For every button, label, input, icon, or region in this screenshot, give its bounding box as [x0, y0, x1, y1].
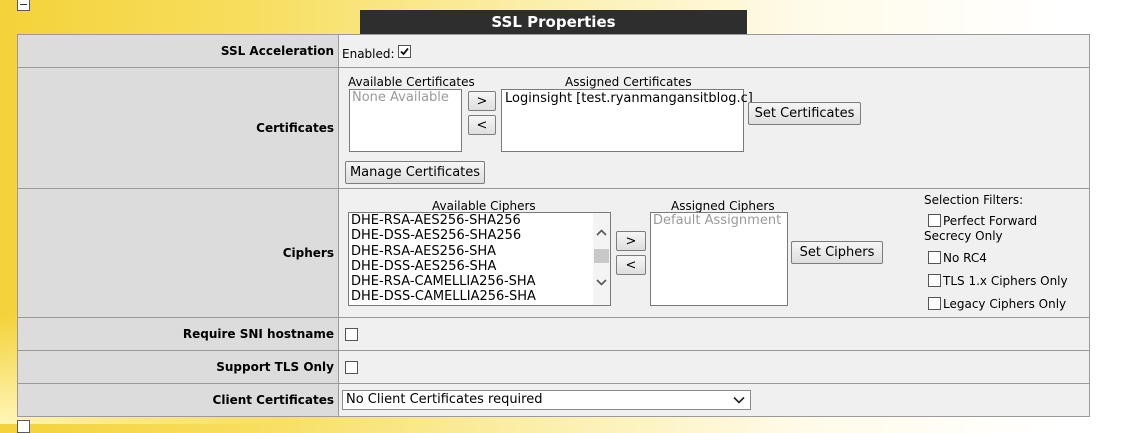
ciphers-scrollbar[interactable] — [593, 213, 610, 305]
scroll-up-icon[interactable] — [593, 226, 610, 240]
cipher-list-item[interactable]: DHE-RSA-AES256-SHA — [349, 244, 592, 259]
assigned-certificates-caption: Assigned Certificates — [565, 75, 692, 89]
filter-tls1x-checkbox[interactable] — [928, 274, 941, 287]
row-support-tls-only: Support TLS Only — [17, 350, 1090, 384]
row-ssl-acceleration: SSL Acceleration Enabled: — [17, 34, 1090, 68]
cipher-list-item[interactable]: DHE-DSS-AES256-SHA — [349, 259, 592, 274]
row-certificates: Certificates Available Certificates None… — [17, 67, 1090, 189]
support-tls-only-checkbox[interactable] — [345, 361, 358, 374]
require-sni-checkbox[interactable] — [345, 328, 358, 341]
add-cipher-button[interactable]: > — [616, 231, 646, 251]
cipher-list-item[interactable]: DHE-RSA-AES256-SHA256 — [349, 213, 592, 228]
available-ciphers-list[interactable]: DHE-RSA-AES256-SHA256 DHE-DSS-AES256-SHA2… — [348, 212, 611, 306]
available-certificates-list[interactable]: None Available — [349, 89, 462, 152]
add-certificate-button[interactable]: > — [468, 91, 496, 111]
cipher-list-item[interactable]: DHE-RSA-CAMELLIA256-SHA — [349, 274, 592, 289]
row-client-certificates: Client Certificates No Client Certificat… — [17, 383, 1090, 417]
filter-tls1x[interactable]: TLS 1.x Ciphers Only — [924, 274, 1068, 289]
checkmark-icon — [400, 47, 409, 56]
scroll-thumb[interactable] — [594, 249, 609, 263]
ssl-enabled-checkbox[interactable] — [398, 45, 411, 58]
assigned-ciphers-caption: Assigned Ciphers — [671, 199, 775, 213]
available-certificates-placeholder: None Available — [352, 90, 449, 105]
assigned-certificates-list[interactable]: Loginsight [test.ryanmangansitblog.c] — [501, 89, 753, 152]
cipher-list-item[interactable]: DHE-DSS-AES256-SHA256 — [349, 228, 592, 243]
filter-pfs-checkbox[interactable] — [928, 214, 941, 227]
collapse-section-button[interactable] — [17, 0, 30, 11]
filter-tls1x-label: TLS 1.x Ciphers Only — [943, 274, 1068, 288]
section-title: SSL Properties — [360, 10, 747, 34]
chevron-down-icon[interactable] — [731, 392, 747, 408]
filter-no-rc4[interactable]: No RC4 — [924, 251, 987, 266]
cipher-list-item[interactable]: DHE-DSS-CAMELLIA256-SHA — [349, 289, 592, 304]
set-ciphers-button[interactable]: Set Ciphers — [791, 241, 883, 264]
assigned-ciphers-placeholder: Default Assignment — [653, 213, 782, 228]
remove-certificate-button[interactable]: < — [468, 115, 496, 135]
row-ciphers: Ciphers Available Ciphers DHE-RSA-AES256… — [17, 188, 1090, 318]
ssl-properties-table: SSL Acceleration Enabled: Certificates A… — [17, 34, 1090, 417]
filter-legacy-label: Legacy Ciphers Only — [943, 297, 1067, 311]
enabled-label: Enabled: — [342, 47, 395, 61]
client-certificates-selected: No Client Certificates required — [346, 392, 543, 407]
filter-no-rc4-checkbox[interactable] — [928, 251, 941, 264]
require-sni-label: Require SNI hostname — [17, 317, 339, 351]
set-certificates-button[interactable]: Set Certificates — [748, 102, 861, 125]
certificates-label: Certificates — [17, 67, 339, 189]
support-tls-only-label: Support TLS Only — [17, 350, 339, 384]
client-certificates-label: Client Certificates — [17, 383, 339, 417]
assigned-ciphers-list[interactable]: Default Assignment — [650, 212, 788, 306]
manage-certificates-button[interactable]: Manage Certificates — [345, 161, 485, 184]
selection-filters-caption: Selection Filters: — [924, 193, 1024, 207]
filter-no-rc4-label: No RC4 — [943, 251, 987, 265]
available-ciphers-caption: Available Ciphers — [432, 199, 536, 213]
scroll-down-icon[interactable] — [593, 275, 610, 289]
ciphers-label: Ciphers — [17, 188, 339, 318]
available-certificates-caption: Available Certificates — [348, 75, 475, 89]
filter-legacy-checkbox[interactable] — [928, 297, 941, 310]
collapse-next-section-button[interactable] — [17, 420, 30, 433]
filter-legacy[interactable]: Legacy Ciphers Only — [924, 297, 1066, 312]
client-certificates-select[interactable]: No Client Certificates required — [342, 390, 751, 410]
row-require-sni: Require SNI hostname — [17, 317, 1090, 351]
filter-pfs[interactable]: Perfect Forward Secrecy Only — [924, 214, 1084, 244]
assigned-certificate-item[interactable]: Loginsight [test.ryanmangansitblog.c] — [502, 90, 753, 107]
ssl-acceleration-label: SSL Acceleration — [17, 34, 339, 68]
remove-cipher-button[interactable]: < — [616, 255, 646, 275]
